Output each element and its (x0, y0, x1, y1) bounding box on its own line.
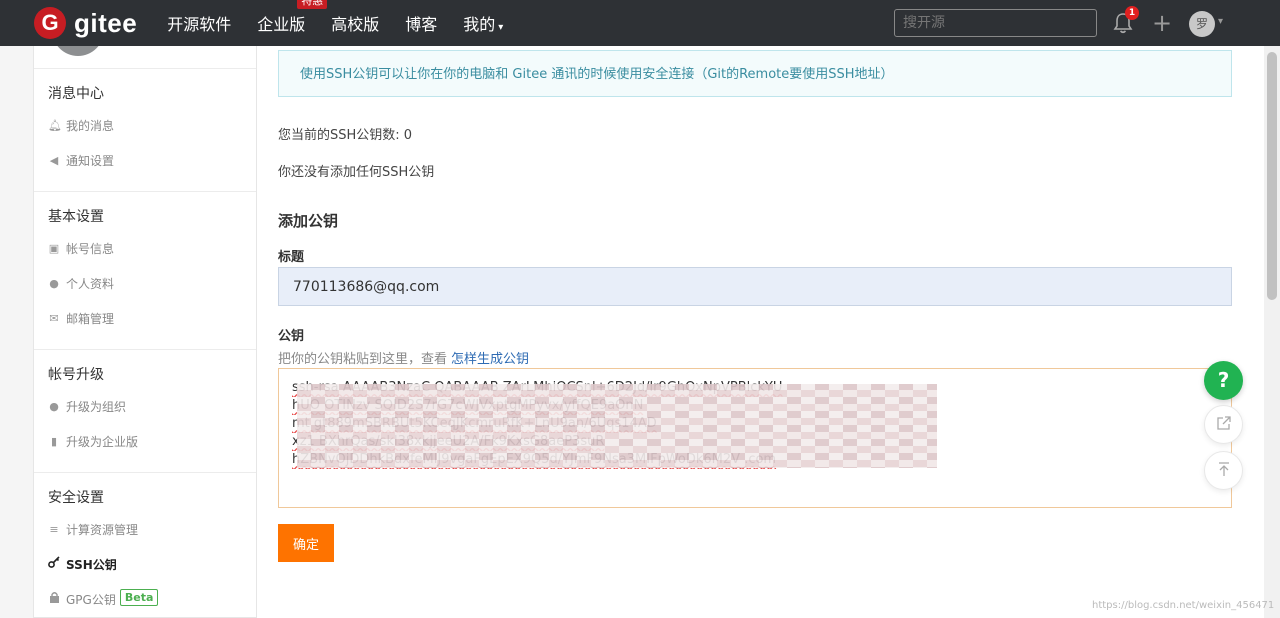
share-button[interactable] (1204, 405, 1243, 444)
envelope-icon: ✉︎ (49, 312, 59, 325)
sidebar-item-notification-settings[interactable]: ◀︎ 通知设置 (34, 150, 256, 185)
lock-icon (48, 589, 60, 611)
sidebar-item-label: 升级为组织 (66, 400, 127, 414)
sidebar-section-messages: 消息中心 🔔︎ 我的消息 ◀︎ 通知设置 (34, 68, 256, 191)
sidebar-section-title: 基本设置 (48, 209, 104, 225)
gitee-logo-mark: G (34, 7, 66, 39)
ssh-key-count: 您当前的SSH公钥数: 0 (278, 128, 413, 143)
sidebar-section-security: 安全设置 ≡ 计算资源管理 SSH公钥 GPG公钥 Beta (34, 472, 256, 618)
redaction-mosaic (297, 384, 937, 468)
search-input[interactable] (894, 9, 1097, 37)
how-to-generate-key-link[interactable]: 怎样生成公钥 (451, 352, 529, 367)
bell-icon: 🔔︎ (48, 119, 62, 132)
plus-icon[interactable]: + (1152, 11, 1172, 35)
back-to-top-button[interactable] (1204, 451, 1243, 490)
sidebar-item-upgrade-org[interactable]: ● 升级为组织 (34, 396, 256, 431)
sidebar-item-label: 通知设置 (66, 154, 115, 168)
notification-badge: 1 (1125, 6, 1139, 20)
page-scrollbar[interactable] (1264, 46, 1280, 618)
nav-mine[interactable]: 我的 ▾ (463, 11, 503, 35)
title-field-label: 标题 (278, 250, 305, 265)
scrollbar-thumb[interactable] (1267, 52, 1277, 300)
sidebar-item-ssh-keys[interactable]: SSH公钥 (34, 554, 256, 589)
top-navbar: G gitee 开源软件 企业版特惠 高校版 博客 我的▾ 1 + 罗 ▾ (0, 0, 1280, 46)
sidebar-item-label: 个人资料 (66, 277, 115, 291)
building-icon: ▮ (50, 435, 58, 448)
id-card-icon: ▣ (48, 242, 60, 255)
key-hint: 把你的公钥粘贴到这里，查看 怎样生成公钥 (278, 348, 529, 367)
speaker-icon: ◀︎ (49, 154, 59, 167)
nav-blog[interactable]: 博客 (405, 11, 437, 35)
beta-badge: Beta (119, 589, 159, 606)
sidebar-item-upgrade-enterprise[interactable]: ▮ 升级为企业版 (34, 431, 256, 466)
sidebar-item-label: 升级为企业版 (66, 435, 139, 449)
key-hint-text: 把你的公钥粘贴到这里，查看 (278, 352, 448, 367)
confirm-button[interactable]: 确定 (278, 524, 334, 562)
external-link-icon (1216, 415, 1232, 435)
sidebar-item-profile[interactable]: ● 个人资料 (34, 273, 256, 308)
gitee-logo-text: gitee (74, 7, 138, 38)
chevron-down-icon[interactable]: ▾ (1218, 16, 1223, 27)
sidebar-item-label: 计算资源管理 (66, 523, 139, 537)
ssh-keys-panel: 使用SSH公钥可以让你在你的电脑和 Gitee 通讯的时候使用安全连接（Git的… (257, 46, 1264, 618)
sidebar-section-title: 安全设置 (48, 490, 104, 506)
sidebar-item-email[interactable]: ✉︎ 邮箱管理 (34, 308, 256, 343)
server-icon: ≡ (49, 523, 59, 536)
nav-label: 开源软件 (167, 15, 232, 34)
nav-label: 我的 (463, 15, 496, 34)
nav-label: 高校版 (331, 15, 380, 34)
ssh-info-alert: 使用SSH公钥可以让你在你的电脑和 Gitee 通讯的时候使用安全连接（Git的… (278, 50, 1232, 97)
sidebar-section-basic: 基本设置 ▣ 帐号信息 ● 个人资料 ✉︎ 邮箱管理 (34, 191, 256, 349)
nav-label: 博客 (405, 15, 438, 34)
sidebar-item-compute-resources[interactable]: ≡ 计算资源管理 (34, 519, 256, 554)
arrow-up-icon (1216, 461, 1232, 481)
main-nav: 开源软件 企业版 特惠 高校版 博客 我的 ▾ (167, 0, 529, 46)
nav-enterprise[interactable]: 企业版 特惠 (257, 0, 328, 35)
sidebar-item-account-info[interactable]: ▣ 帐号信息 (34, 238, 256, 273)
no-keys-message: 你还没有添加任何SSH公钥 (278, 165, 435, 180)
sidebar-section-upgrade: 帐号升级 ● 升级为组织 ▮ 升级为企业版 (34, 349, 256, 472)
sidebar-item-label: GPG公钥 (66, 593, 116, 607)
group-icon: ● (49, 400, 59, 413)
nav-label: 企业版 (257, 15, 306, 34)
sidebar-item-my-messages[interactable]: 🔔︎ 我的消息 (34, 115, 256, 150)
sidebar-item-label: 邮箱管理 (66, 312, 115, 326)
sidebar-item-label: 帐号信息 (66, 242, 115, 256)
settings-sidebar: 消息中心 🔔︎ 我的消息 ◀︎ 通知设置 基本设置 ▣ 帐号信息 ● 个人资料 … (33, 20, 257, 618)
nav-education[interactable]: 高校版 (331, 11, 379, 35)
sidebar-section-title: 消息中心 (48, 86, 104, 102)
sidebar-item-label: SSH公钥 (66, 558, 117, 572)
chevron-down-icon: ▾ (498, 22, 504, 33)
sidebar-item-label: 我的消息 (66, 119, 115, 133)
nav-open-source[interactable]: 开源软件 (167, 11, 231, 35)
promo-badge: 特惠 (297, 0, 328, 9)
sidebar-section-title: 帐号升级 (48, 367, 104, 383)
key-icon (48, 554, 60, 576)
add-key-heading: 添加公钥 (278, 212, 339, 230)
help-button[interactable]: ? (1204, 361, 1243, 400)
key-title-input[interactable] (278, 267, 1232, 306)
key-field-label: 公钥 (278, 329, 305, 344)
gitee-logo[interactable]: G gitee (34, 7, 137, 39)
sidebar-item-gpg-keys[interactable]: GPG公钥 Beta (34, 589, 256, 618)
watermark: https://blog.csdn.net/weixin_456471 (1092, 600, 1275, 611)
user-avatar[interactable]: 罗 (1189, 11, 1215, 37)
user-icon: ● (49, 277, 59, 290)
